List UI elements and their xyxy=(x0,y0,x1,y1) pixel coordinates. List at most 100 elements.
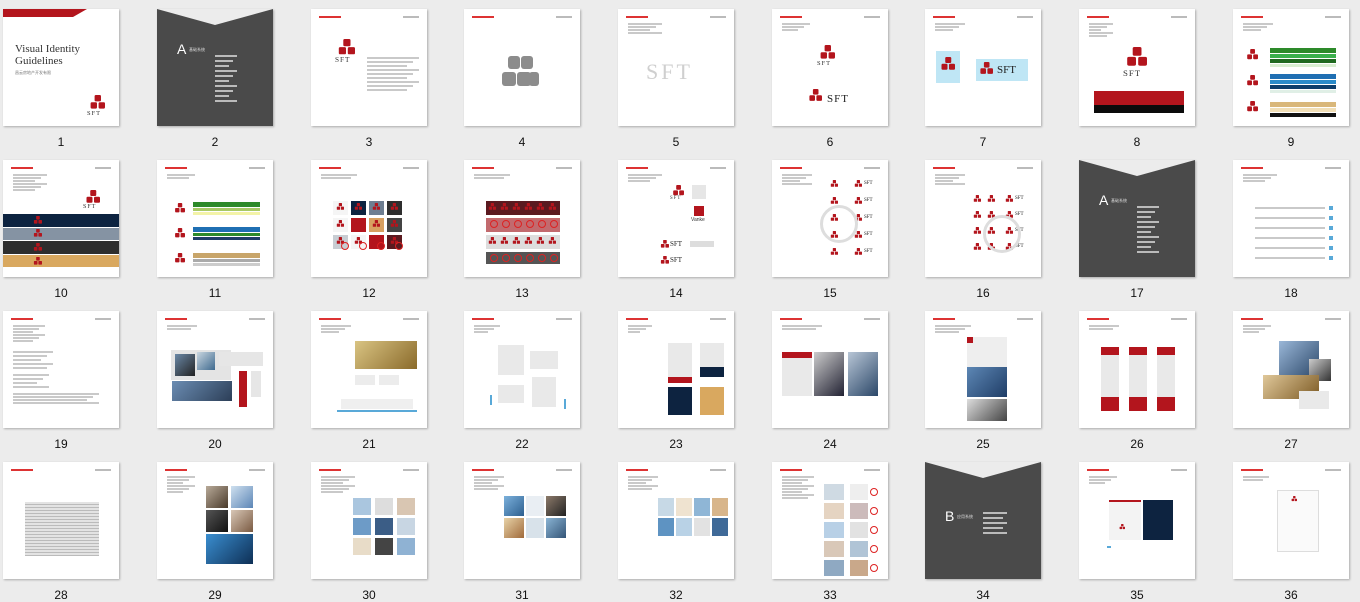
color-block xyxy=(193,202,260,207)
prohibited-icon xyxy=(550,220,558,228)
page-header-mark xyxy=(319,16,341,18)
text-line xyxy=(628,488,652,490)
page-number-label: 17 xyxy=(1130,286,1144,300)
page-header-mark xyxy=(780,469,802,471)
page-thumbnail[interactable] xyxy=(1079,462,1195,579)
page-number-label: 8 xyxy=(1133,135,1141,149)
logo-wordmark: SFT xyxy=(827,93,849,105)
page-thumbnail[interactable]: SFT xyxy=(1079,9,1195,126)
page-thumbnail[interactable]: SFT SFT SFT SFT xyxy=(925,160,1041,277)
sft-logo-icon xyxy=(512,237,520,244)
page-number-mark xyxy=(1325,469,1341,471)
page-thumbnail[interactable]: SFT SFT SFT SFT SFT xyxy=(772,160,888,277)
page-thumbnail[interactable]: SFT xyxy=(925,9,1041,126)
page-thumbnail[interactable]: SFT SFT xyxy=(772,9,888,126)
color-block xyxy=(668,377,692,383)
page-thumbnail[interactable]: B 应用系统 xyxy=(925,462,1041,579)
page-number-label: 12 xyxy=(362,286,376,300)
text-line xyxy=(13,382,37,384)
text-line xyxy=(474,479,498,481)
page-number-label: 24 xyxy=(823,437,837,451)
prohibited-icon xyxy=(983,215,1021,253)
sft-logo-icon xyxy=(973,243,981,250)
text-line xyxy=(13,325,45,327)
page-thumbnail[interactable]: A 基础系统 xyxy=(1079,160,1195,277)
page-thumbnail[interactable]: Visual Identity Guidelines 昌云房地产开发有限 SFT xyxy=(3,9,119,126)
page-thumbnail[interactable] xyxy=(464,9,580,126)
text-line xyxy=(782,485,814,487)
page-thumbnail[interactable]: A 基础系统 xyxy=(157,9,273,126)
page-thumbnail[interactable] xyxy=(1233,311,1349,428)
page-thumbnail[interactable] xyxy=(464,160,580,277)
page-thumbnail[interactable] xyxy=(1233,462,1349,579)
page-thumbnail[interactable] xyxy=(157,311,273,428)
page-thumbnail[interactable] xyxy=(772,311,888,428)
text-line xyxy=(628,328,646,330)
page-thumbnail[interactable] xyxy=(311,462,427,579)
page-thumbnail[interactable] xyxy=(157,160,273,277)
color-block xyxy=(1277,490,1319,552)
page-thumbnail[interactable] xyxy=(1233,9,1349,126)
page-number-mark xyxy=(556,16,572,18)
color-block xyxy=(502,72,516,86)
page-number-label: 4 xyxy=(518,135,526,149)
photo-thumb xyxy=(546,518,566,538)
color-block xyxy=(215,55,237,57)
text-line xyxy=(782,328,816,330)
photo-thumb xyxy=(824,522,844,538)
sft-logo-icon xyxy=(854,248,862,255)
text-line xyxy=(321,325,351,327)
page-thumbnail[interactable] xyxy=(925,311,1041,428)
page-thumbnail[interactable] xyxy=(464,311,580,428)
prohibited-icon xyxy=(502,254,510,262)
sft-logo-icon xyxy=(372,220,380,227)
sft-logo-icon xyxy=(1291,496,1297,502)
text-line xyxy=(367,77,407,79)
page-thumbnail[interactable] xyxy=(772,462,888,579)
page-number-label: 20 xyxy=(208,437,222,451)
page-number-label: 11 xyxy=(208,286,222,300)
color-block xyxy=(1255,227,1325,229)
color-block xyxy=(3,241,119,254)
prohibited-icon xyxy=(538,254,546,262)
page-thumbnail[interactable] xyxy=(1233,160,1349,277)
page-number-mark xyxy=(403,16,419,18)
sft-logo-icon xyxy=(941,57,955,70)
text-line xyxy=(1243,26,1267,28)
text-line xyxy=(321,177,351,179)
page-header-mark xyxy=(11,167,33,169)
page-header-mark xyxy=(1241,167,1263,169)
sft-logo-icon xyxy=(548,237,556,244)
page-number-mark xyxy=(1017,16,1033,18)
logo-wordmark: SFT xyxy=(864,181,873,186)
color-block xyxy=(1270,90,1336,93)
page-number-label: 26 xyxy=(1130,437,1144,451)
page-thumbnail[interactable] xyxy=(311,160,427,277)
page-thumbnail[interactable] xyxy=(464,462,580,579)
page-number-label: 19 xyxy=(54,437,68,451)
text-line xyxy=(474,488,498,490)
text-line xyxy=(782,180,800,182)
page-thumbnail[interactable]: SFT xyxy=(618,9,734,126)
page-thumbnail[interactable]: SFT Vanke SFT SFT xyxy=(618,160,734,277)
page-thumbnail[interactable] xyxy=(157,462,273,579)
page-header-mark xyxy=(933,318,955,320)
page-thumbnail[interactable]: SFT xyxy=(3,160,119,277)
page-thumbnail[interactable] xyxy=(311,311,427,428)
color-block xyxy=(1157,347,1175,355)
page-number-label: 27 xyxy=(1284,437,1298,451)
page-thumbnail[interactable] xyxy=(618,462,734,579)
photo-thumb xyxy=(172,381,232,401)
page-thumbnail[interactable] xyxy=(618,311,734,428)
page-thumbnail[interactable] xyxy=(3,311,119,428)
page-thumbnail[interactable] xyxy=(3,462,119,579)
sft-logo-icon xyxy=(1119,524,1125,530)
page-thumbnail[interactable] xyxy=(1079,311,1195,428)
cover-subtitle: 昌云房地产开发有限 xyxy=(15,70,51,75)
page-number-label: 18 xyxy=(1284,286,1298,300)
text-line xyxy=(628,177,656,179)
text-line xyxy=(1243,180,1265,182)
color-block xyxy=(1101,347,1119,355)
text-line xyxy=(782,476,814,478)
page-thumbnail[interactable]: SFT xyxy=(311,9,427,126)
